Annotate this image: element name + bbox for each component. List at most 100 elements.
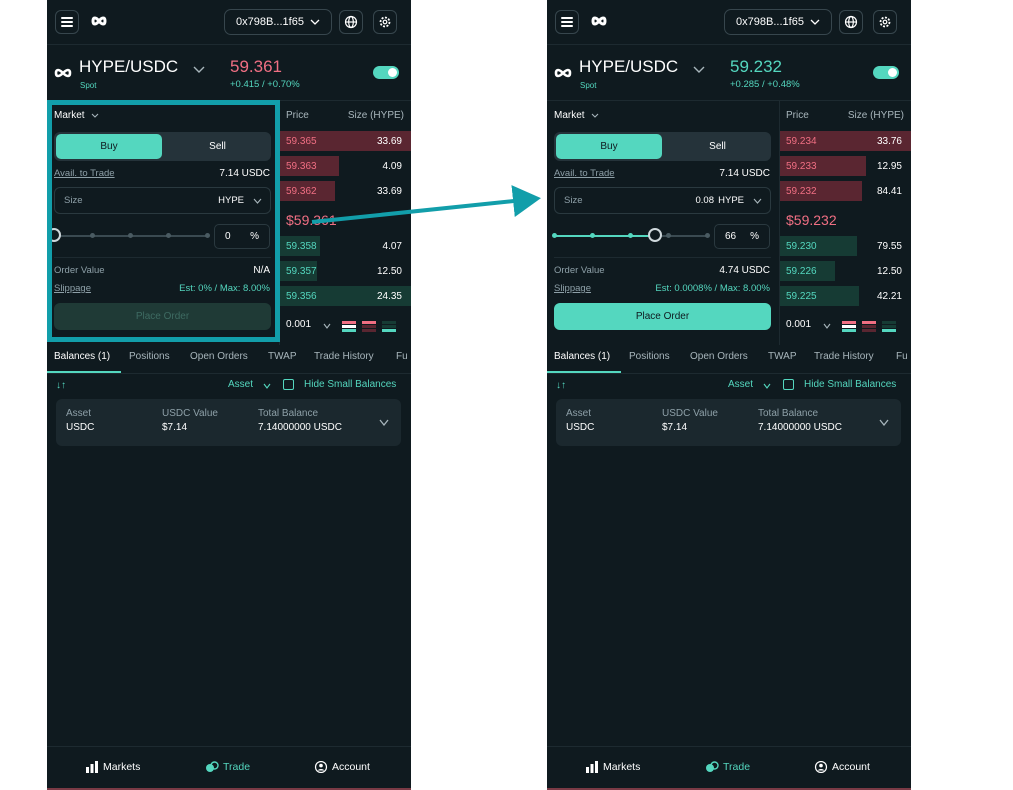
wallet-address: 0x798B...1f65 [236,16,304,28]
place-order-button[interactable]: Place Order [554,303,771,330]
book-view-both-icon[interactable] [342,321,356,332]
total-balance-cell: 7.14000000 USDC [258,422,342,433]
tab-positions[interactable]: Positions [629,351,670,362]
asset-filter-dropdown[interactable]: Asset [728,379,753,390]
hide-small-balances-checkbox[interactable] [283,379,294,390]
size-unit-dropdown[interactable]: HYPE [718,195,744,206]
ask-row[interactable]: 59.234 33.76 [780,131,911,151]
tick-size-dropdown[interactable]: 0.001 [286,319,311,330]
hide-small-balances-checkbox[interactable] [783,379,794,390]
total-balance-header: Total Balance [758,408,819,419]
nav-markets[interactable]: Markets [85,761,140,773]
chevron-down-icon[interactable] [879,419,889,426]
globe-icon [344,15,358,29]
ask-row[interactable]: 59.363 4.09 [280,156,411,176]
language-button[interactable] [339,10,363,34]
tick-size-dropdown[interactable]: 0.001 [786,319,811,330]
tab-open-orders[interactable]: Open Orders [190,351,248,362]
book-size: 12.50 [376,266,402,277]
hide-small-balances-label[interactable]: Hide Small Balances [304,379,396,390]
bid-row[interactable]: 59.225 42.21 [780,286,911,306]
hide-small-balances-label[interactable]: Hide Small Balances [804,379,896,390]
slider-step-25[interactable] [589,233,595,238]
chevron-down-icon [323,323,331,329]
order-type-dropdown[interactable]: Market [554,110,599,121]
balance-row[interactable]: Asset USDC Value Total Balance USDC $7.1… [556,399,901,446]
menu-button[interactable] [55,10,79,34]
tab-balances[interactable]: Balances (1) [54,351,110,362]
language-button[interactable] [839,10,863,34]
book-view-bids-icon[interactable] [382,321,396,332]
asset-filter-dropdown[interactable]: Asset [228,379,253,390]
nav-account-label: Account [832,761,870,773]
chevron-down-icon[interactable] [692,65,706,75]
tab-twap[interactable]: TWAP [268,351,297,362]
settings-button[interactable] [873,10,897,34]
book-view-both-icon[interactable] [842,321,856,332]
nav-markets-label: Markets [603,761,641,773]
chart-toggle[interactable] [873,66,899,79]
book-size: 33.69 [376,136,402,147]
slider-thumb[interactable] [647,228,662,242]
slippage-label[interactable]: Slippage [554,283,591,294]
size-field[interactable]: Size 0.08 HYPE [554,187,771,214]
nav-markets[interactable]: Markets [585,761,640,773]
tab-twap[interactable]: TWAP [768,351,797,362]
tab-trade-history[interactable]: Trade History [814,351,874,362]
percent-sign: % [750,231,759,242]
mid-price: $59.361 [286,212,337,228]
sort-icon[interactable]: ↓↑ [556,380,566,391]
percent-input[interactable]: 66 % [714,224,770,249]
slider-step-75[interactable] [666,233,672,238]
tab-funding[interactable]: Fu [896,351,908,362]
menu-button[interactable] [555,10,579,34]
pair-selector[interactable]: HYPE/USDC [79,57,178,77]
sort-icon[interactable]: ↓↑ [56,380,66,391]
nav-trade[interactable]: Trade [205,761,250,773]
bid-row[interactable]: 59.226 12.50 [780,261,911,281]
chevron-down-icon[interactable] [379,419,389,426]
slippage-value: Est: 0.0008% / Max: 8.00% [655,283,770,294]
tab-positions[interactable]: Positions [129,351,170,362]
nav-account[interactable]: Account [314,761,370,773]
tab-funding[interactable]: Fu [396,351,408,362]
book-view-asks-icon[interactable] [362,321,376,332]
slider-step-50[interactable] [628,233,633,238]
tab-trade-history[interactable]: Trade History [314,351,374,362]
pair-selector[interactable]: HYPE/USDC [579,57,678,77]
bid-row[interactable]: 59.358 4.07 [280,236,411,256]
book-view-asks-icon[interactable] [862,321,876,332]
wallet-address-button[interactable]: 0x798B...1f65 [224,9,332,35]
bid-row[interactable]: 59.356 24.35 [280,286,411,306]
nav-trade-label: Trade [723,761,751,773]
book-view-bids-icon[interactable] [882,321,896,332]
usdc-value-header: USDC Value [662,408,718,419]
bid-row[interactable]: 59.357 12.50 [280,261,411,281]
wallet-address-button[interactable]: 0x798B...1f65 [724,9,832,35]
user-icon [814,761,828,773]
balance-row[interactable]: Asset USDC Value Total Balance USDC $7.1… [56,399,401,446]
settings-button[interactable] [373,10,397,34]
size-percent-slider[interactable] [551,228,710,242]
usdc-value-cell: $7.14 [162,422,188,433]
ask-row[interactable]: 59.233 12.95 [780,156,911,176]
slider-step-100[interactable] [704,233,710,238]
ask-row[interactable]: 59.362 33.69 [280,181,411,201]
ask-row[interactable]: 59.232 84.41 [780,181,911,201]
tab-open-orders[interactable]: Open Orders [690,351,748,362]
ask-row[interactable]: 59.365 33.69 [280,131,411,151]
book-price: 59.225 [786,291,817,302]
tab-balances[interactable]: Balances (1) [554,351,610,362]
nav-trade[interactable]: Trade [705,761,750,773]
sell-button[interactable]: Sell [666,134,769,159]
bid-row[interactable]: 59.230 79.55 [780,236,911,256]
top-bar: 0x798B...1f65 [547,0,911,45]
avail-to-trade-label[interactable]: Avail. to Trade [554,168,615,179]
nav-account[interactable]: Account [814,761,870,773]
size-value[interactable]: 0.08 [696,195,715,206]
slider-step-0[interactable] [551,233,557,238]
chevron-down-icon[interactable] [192,65,206,75]
buy-button[interactable]: Buy [556,134,662,159]
coins-icon [706,761,719,772]
chart-toggle[interactable] [373,66,399,79]
